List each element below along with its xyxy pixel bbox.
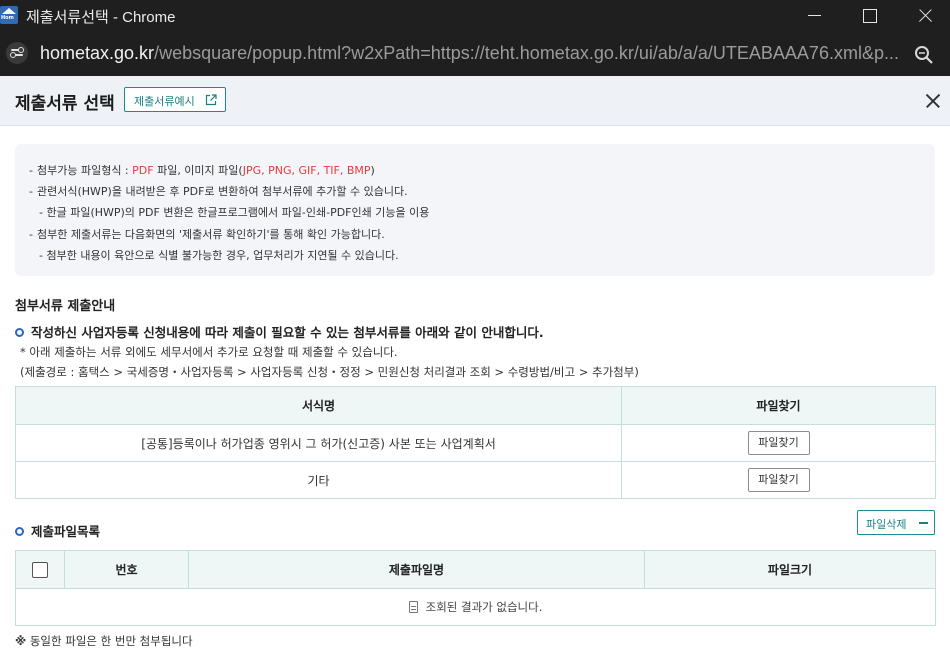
url-path: /websquare/popup.html?w2xPath=https://te… (154, 43, 899, 63)
file-list-table: 번호 제출파일명 파일크기 조회된 결과가 없습니다. (15, 550, 936, 626)
notice-line-hwp: - 관련서식(HWP)을 내려받은 후 PDF로 변환하여 첨부서류에 추가할 수… (29, 185, 408, 198)
file-table-header: 번호 제출파일명 파일크기 (15, 550, 936, 589)
zoom-icon[interactable] (914, 45, 934, 65)
column-header-form-name: 서식명 (15, 386, 622, 425)
duplicate-file-footnote: ※ 동일한 파일은 한 번만 첨부됩니다 (15, 634, 193, 648)
notice-line-formats: - 첨부가능 파일형식 : PDF 파일, 이미지 파일(JPG, PNG, GI… (29, 164, 375, 177)
notice-line-confirm: - 첨부한 제출서류는 다음화면의 '제출서류 확인하기'를 통해 확인 가능합니… (29, 228, 385, 241)
delete-file-button[interactable]: 파일삭제 (857, 510, 935, 535)
file-list-title: 제출파일목록 (15, 521, 100, 540)
attachment-guide-headline: 작성하신 사업자등록 신청내용에 따라 제출이 필요할 수 있는 첨부서류를 아… (15, 322, 544, 341)
document-example-button[interactable]: 제출서류예시 (124, 87, 226, 112)
document-name: 기타 (15, 461, 622, 499)
notice-line-hwp-convert: - 한글 파일(HWP)의 PDF 변환은 한글프로그램에서 파일-인쇄-PDF… (39, 206, 430, 219)
external-link-icon (205, 94, 217, 106)
empty-row: 조회된 결과가 없습니다. (15, 588, 936, 626)
table-row: [공통]등록이나 허가업종 영위시 그 허가(신고증) 사본 또는 사업계획서 … (15, 424, 936, 462)
guide-submit-path: (제출경로 : 홈택스 > 국세증명・사업자등록 > 사업자등록 신청・정정 >… (20, 365, 639, 379)
window-title-bar: Hom 제출서류선택 - Chrome (0, 0, 950, 32)
document-example-label: 제출서류예시 (134, 95, 195, 108)
guide-note: * 아래 제출하는 서류 외에도 세무서에서 추가로 요청할 때 제출할 수 있… (20, 345, 398, 359)
empty-message: 조회된 결과가 없습니다. (425, 600, 543, 614)
address-bar: hometax.go.kr/websquare/popup.html?w2xPa… (0, 32, 950, 76)
column-header-file-size: 파일크기 (644, 550, 936, 589)
document-table: 서식명 파일찾기 [공통]등록이나 허가업종 영위시 그 허가(신고증) 사본 … (15, 386, 936, 499)
site-settings-icon[interactable] (6, 42, 28, 64)
popup-header: 제출서류 선택 제출서류예시 (0, 76, 950, 126)
hometax-house-icon: Hom (0, 6, 18, 24)
window-title: 제출서류선택 - Chrome (26, 9, 176, 26)
notice-line-delay: - 첨부한 내용이 육안으로 식별 불가능한 경우, 업무처리가 지연될 수 있… (39, 249, 399, 262)
document-table-header: 서식명 파일찾기 (15, 386, 936, 425)
attachment-guide-title: 첨부서류 제출안내 (15, 299, 116, 314)
notice-box: - 첨부가능 파일형식 : PDF 파일, 이미지 파일(JPG, PNG, GI… (15, 144, 935, 276)
url-field[interactable]: hometax.go.kr/websquare/popup.html?w2xPa… (40, 43, 904, 64)
find-file-button[interactable]: 파일찾기 (747, 431, 810, 455)
circle-bullet-icon (15, 328, 24, 337)
popup-close-icon[interactable] (922, 90, 944, 112)
column-header-file-name: 제출파일명 (188, 550, 645, 589)
maximize-button[interactable] (841, 0, 897, 32)
circle-bullet-icon (15, 527, 24, 536)
document-name: [공통]등록이나 허가업종 영위시 그 허가(신고증) 사본 또는 사업계획서 (15, 424, 622, 462)
minus-icon (919, 522, 928, 524)
popup-title: 제출서류 선택 (15, 94, 115, 114)
url-host: hometax.go.kr (40, 43, 155, 63)
table-row: 기타 파일찾기 (15, 461, 936, 499)
window-close-button[interactable] (896, 0, 950, 32)
find-file-button[interactable]: 파일찾기 (747, 468, 810, 492)
column-header-find-file: 파일찾기 (621, 386, 936, 425)
column-header-number: 번호 (64, 550, 189, 589)
document-icon (408, 601, 418, 613)
select-all-checkbox[interactable] (32, 561, 48, 578)
delete-file-label: 파일삭제 (866, 518, 907, 531)
minimize-button[interactable] (786, 0, 842, 32)
